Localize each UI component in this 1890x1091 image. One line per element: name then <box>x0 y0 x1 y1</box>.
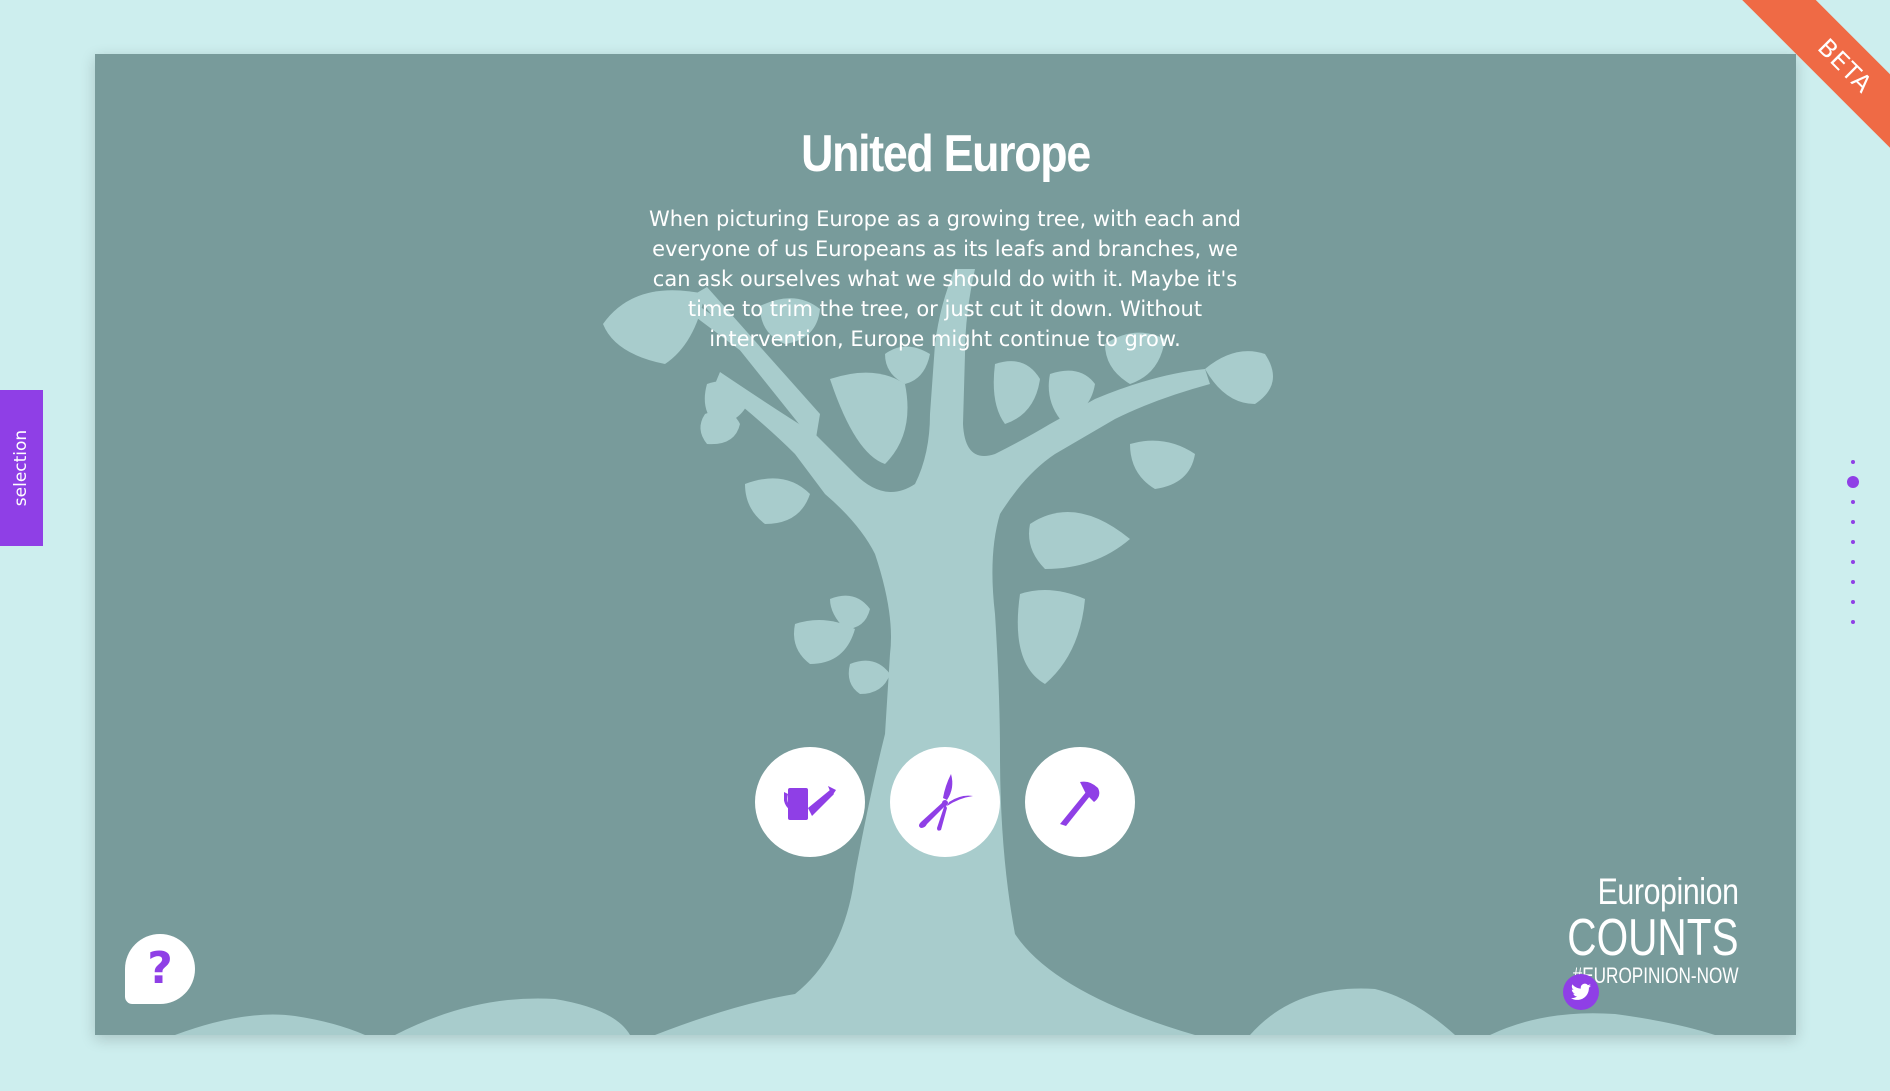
page-dots-navigation <box>1843 460 1863 630</box>
page-dot[interactable] <box>1851 500 1855 504</box>
page-dot[interactable] <box>1851 600 1855 604</box>
main-panel: United Europe When picturing Europe as a… <box>95 54 1796 1035</box>
logo-line-2: COUNTS <box>1567 909 1739 967</box>
page-title: United Europe <box>801 125 1091 183</box>
twitter-icon <box>1571 983 1591 1000</box>
page-dot[interactable] <box>1851 620 1855 624</box>
page-dot[interactable] <box>1851 460 1855 464</box>
twitter-share-button[interactable] <box>1563 974 1599 1010</box>
watering-can-icon <box>784 786 836 820</box>
page-dot[interactable] <box>1851 520 1855 524</box>
help-button[interactable]: ? <box>125 934 195 1004</box>
page-dot[interactable] <box>1847 476 1859 488</box>
page: United Europe When picturing Europe as a… <box>0 0 1890 1091</box>
cut-button[interactable] <box>1025 747 1135 857</box>
axe-icon <box>1060 781 1100 826</box>
selection-tab-label: selection <box>11 429 32 507</box>
question-icon: ? <box>147 943 173 994</box>
page-description: When picturing Europe as a growing tree,… <box>649 207 1241 351</box>
selection-tab[interactable]: selection <box>0 390 43 546</box>
logo-line-1: Europinion <box>1598 871 1739 912</box>
page-dot[interactable] <box>1851 560 1855 564</box>
pruning-shears-icon <box>919 774 973 831</box>
water-button[interactable] <box>755 747 865 857</box>
page-dot[interactable] <box>1851 540 1855 544</box>
trim-button[interactable] <box>890 747 1000 857</box>
europinion-logo: Europinion COUNTS #EUROPINION-NOW <box>1519 871 1740 988</box>
page-dot[interactable] <box>1851 580 1855 584</box>
